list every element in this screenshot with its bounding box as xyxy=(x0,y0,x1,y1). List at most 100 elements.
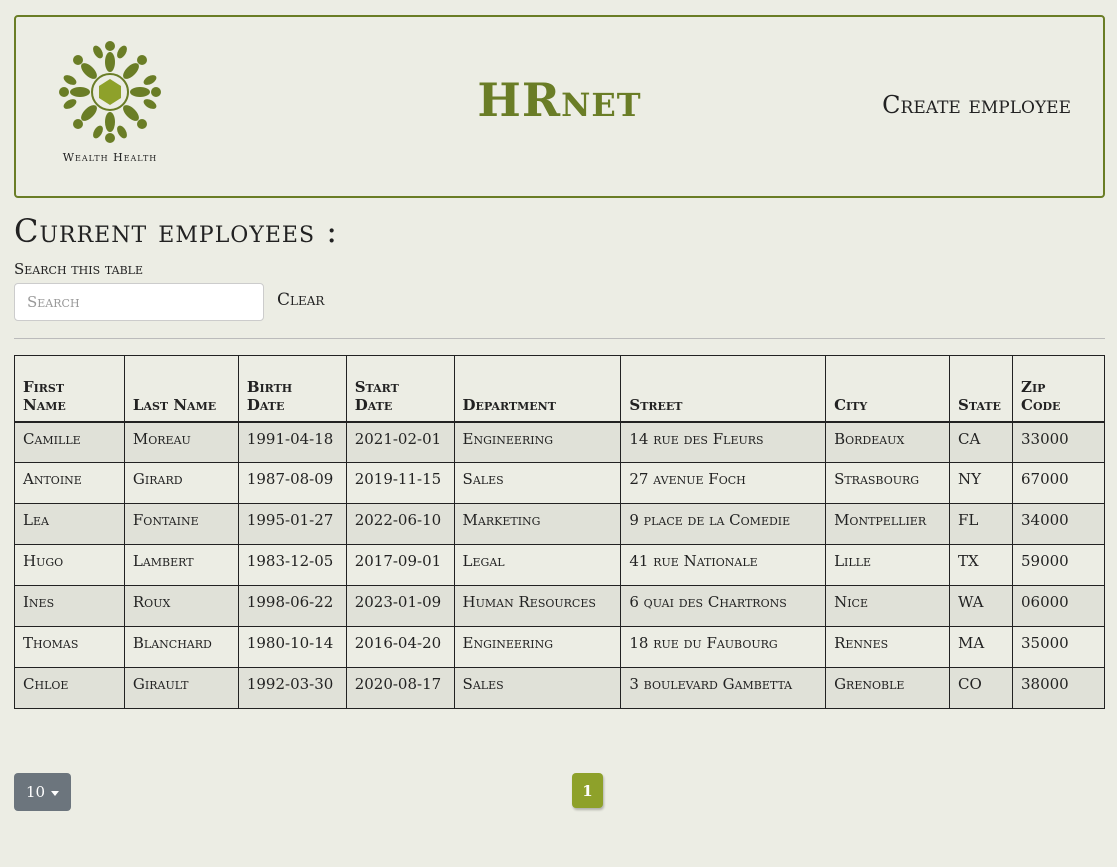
table-row[interactable]: Antoine Girard 1987-08-09 2019-11-15 Sales 27… xyxy=(14,462,1105,504)
table-cell: 9 place de la Comedie xyxy=(620,503,827,545)
table-cell: CO xyxy=(949,667,1013,709)
table-cell: Chloe xyxy=(14,667,125,709)
table-row[interactable]: Ines Roux 1998-06-22 2023-01-09 Human Resour… xyxy=(14,585,1105,627)
column-header-label: Zip xyxy=(1021,377,1046,396)
table-cell: CA xyxy=(949,421,1013,463)
table-cell: Moreau xyxy=(123,421,239,463)
brand-title[interactable]: HRnet xyxy=(477,73,641,127)
column-header[interactable]: State xyxy=(949,355,1013,423)
table-cell: 1983-12-05 xyxy=(237,544,347,586)
table-cell: 1995-01-27 xyxy=(237,503,347,545)
column-header[interactable]: First Name xyxy=(14,355,125,423)
column-header[interactable]: Birth Date xyxy=(237,355,347,423)
table-cell: Hugo xyxy=(14,544,125,586)
column-header-label: Start xyxy=(354,377,399,396)
clear-button[interactable]: Clear xyxy=(277,290,324,310)
table-cell: 2017-09-01 xyxy=(345,544,455,586)
column-header[interactable]: Start Date xyxy=(345,355,455,423)
table-cell: Lea xyxy=(14,503,125,545)
table-cell: Bordeaux xyxy=(825,421,951,463)
column-header-label: Street xyxy=(629,395,683,414)
caret-down-icon xyxy=(51,790,60,796)
search-input[interactable] xyxy=(14,283,264,321)
page-size-dropdown[interactable]: 10 xyxy=(14,773,71,811)
table-row[interactable]: Hugo Lambert 1983-12-05 2017-09-01 Legal 41 r… xyxy=(14,544,1105,586)
table-cell: 1992-03-30 xyxy=(237,667,347,709)
table-cell: Legal xyxy=(453,544,622,586)
table-cell: 1998-06-22 xyxy=(237,585,347,627)
pagination-page-1[interactable]: 1 xyxy=(572,773,603,808)
table-cell: Fontaine xyxy=(123,503,239,545)
table-body: Camille Moreau 1991-04-18 2021-02-01 Enginee… xyxy=(14,421,1105,709)
page-size-value: 10 xyxy=(25,783,46,801)
column-header-label: State xyxy=(958,395,1001,414)
table-cell: 38000 xyxy=(1012,667,1105,709)
table-cell: MA xyxy=(949,626,1013,668)
column-header[interactable]: Street xyxy=(620,355,827,423)
table-cell: TX xyxy=(949,544,1013,586)
table-cell: Sales xyxy=(453,462,622,504)
table-cell: Engineering xyxy=(453,421,622,463)
column-header[interactable]: Department xyxy=(453,355,622,423)
table-cell: 34000 xyxy=(1012,503,1105,545)
table-cell: Ines xyxy=(14,585,125,627)
table-cell: WA xyxy=(949,585,1013,627)
table-cell: 14 rue des Fleurs xyxy=(620,421,827,463)
table-cell: 59000 xyxy=(1012,544,1105,586)
column-header[interactable]: Zip Code xyxy=(1012,355,1105,423)
column-header-label: Birth xyxy=(246,377,293,396)
column-header-label: City xyxy=(834,395,868,414)
table-cell: Girault xyxy=(123,667,239,709)
table-cell: 3 boulevard Gambetta xyxy=(620,667,827,709)
logo-text: Wealth Health xyxy=(62,151,158,164)
column-header-label: Name xyxy=(23,395,66,414)
column-header-label: Last Name xyxy=(132,395,217,414)
column-header[interactable]: City xyxy=(825,355,951,423)
column-header[interactable]: Last Name xyxy=(123,355,239,423)
table-cell: 2016-04-20 xyxy=(345,626,455,668)
table-cell: Girard xyxy=(123,462,239,504)
table-header-row: First Name Last Name Birth Date Start Date Depa… xyxy=(14,355,1105,423)
page-title: Current employees : xyxy=(14,212,339,250)
table-cell: Engineering xyxy=(453,626,622,668)
table-cell: 2020-08-17 xyxy=(345,667,455,709)
table-cell: Montpellier xyxy=(825,503,951,545)
table-cell: Sales xyxy=(453,667,622,709)
divider xyxy=(14,338,1105,339)
table-cell: Lille xyxy=(825,544,951,586)
table-row[interactable]: Chloe Girault 1992-03-30 2020-08-17 Sales 3 b… xyxy=(14,667,1105,709)
table-cell: 2019-11-15 xyxy=(345,462,455,504)
table-cell: Rennes xyxy=(825,626,951,668)
logo[interactable]: Wealth Health xyxy=(54,37,166,164)
logo-mandala-icon xyxy=(59,41,161,143)
table-cell: 2023-01-09 xyxy=(345,585,455,627)
table-cell: Antoine xyxy=(14,462,125,504)
employees-table: First Name Last Name Birth Date Start Date Depa… xyxy=(14,355,1105,709)
table-row[interactable]: Lea Fontaine 1995-01-27 2022-06-10 Marketing… xyxy=(14,503,1105,545)
table-cell: Nice xyxy=(825,585,951,627)
table-cell: 1980-10-14 xyxy=(237,626,347,668)
table-cell: 1987-08-09 xyxy=(237,462,347,504)
table-cell: 41 rue Nationale xyxy=(620,544,827,586)
column-header-label: Department xyxy=(462,395,556,414)
table-cell: Human Resources xyxy=(453,585,622,627)
search-label: Search this table xyxy=(14,260,143,278)
column-header-label: Date xyxy=(246,395,285,414)
table-cell: Camille xyxy=(14,421,125,463)
table-cell: Grenoble xyxy=(825,667,951,709)
table-cell: 27 avenue Foch xyxy=(620,462,827,504)
table-cell: Lambert xyxy=(123,544,239,586)
column-header-label: Code xyxy=(1021,395,1061,414)
table-row[interactable]: Thomas Blanchard 1980-10-14 2016-04-20 Engin… xyxy=(14,626,1105,668)
column-header-label: First xyxy=(23,377,65,396)
create-employee-link[interactable]: Create employee xyxy=(882,91,1071,119)
table-cell: Roux xyxy=(123,585,239,627)
table-cell: Strasbourg xyxy=(825,462,951,504)
table-cell: 2022-06-10 xyxy=(345,503,455,545)
table-cell: Thomas xyxy=(14,626,125,668)
table-cell: 35000 xyxy=(1012,626,1105,668)
table-cell: 33000 xyxy=(1012,421,1105,463)
table-row[interactable]: Camille Moreau 1991-04-18 2021-02-01 Enginee… xyxy=(14,421,1105,463)
table-cell: NY xyxy=(949,462,1013,504)
table-cell: 6 quai des Chartrons xyxy=(620,585,827,627)
